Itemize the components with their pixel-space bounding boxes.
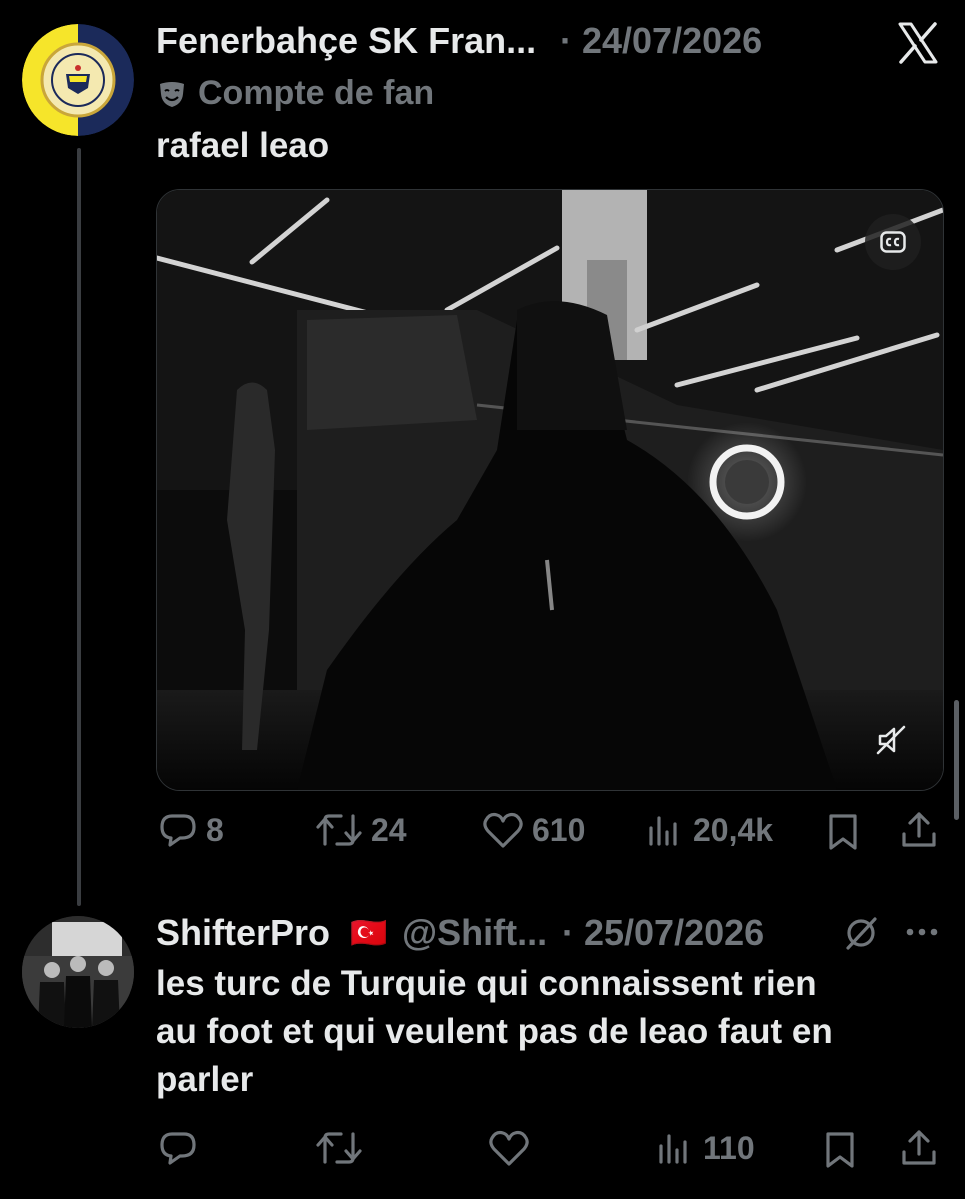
more-horizontal-icon <box>906 928 938 936</box>
theater-mask-icon <box>160 81 184 107</box>
tweet-date[interactable]: · 24/07/2026 <box>560 20 762 62</box>
x-logo-icon <box>898 22 938 64</box>
close-button[interactable] <box>895 20 941 66</box>
bookmark-icon <box>829 814 857 850</box>
views-button[interactable]: 20,4k <box>645 810 773 850</box>
repost-icon <box>316 1132 362 1164</box>
grok-button[interactable] <box>842 914 880 952</box>
tweet-text-line: au foot et qui veulent pas de leao faut … <box>156 1012 833 1051</box>
thread-connector <box>77 148 81 906</box>
views-count: 110 <box>703 1129 755 1166</box>
video-frame <box>157 190 943 790</box>
reply-icon <box>160 814 196 847</box>
like-count: 610 <box>532 811 586 848</box>
tweet-text-line: les turc de Turquie qui connaissent rien <box>156 964 817 1003</box>
repost-button[interactable]: 24 <box>315 810 407 850</box>
repost-button[interactable] <box>315 1128 371 1168</box>
like-button[interactable] <box>488 1128 538 1168</box>
share-button[interactable] <box>900 1128 938 1168</box>
display-name[interactable]: Fenerbahçe SK Fran... <box>156 20 536 62</box>
views-button[interactable]: 110 <box>655 1128 755 1168</box>
reply-button[interactable] <box>158 1128 206 1168</box>
tweet-text: rafael leao <box>156 126 330 165</box>
user-handle[interactable]: @Shift... <box>402 912 547 954</box>
like-button[interactable]: 610 <box>482 810 585 850</box>
muted-speaker-icon <box>876 725 906 755</box>
captions-button[interactable] <box>865 214 921 270</box>
views-count: 20,4k <box>693 811 774 848</box>
share-icon <box>902 1130 936 1165</box>
fenerbahce-logo-icon <box>22 24 134 136</box>
video-player[interactable] <box>156 189 944 791</box>
tweet-date[interactable]: · 25/07/2026 <box>562 912 764 954</box>
mute-button[interactable] <box>875 724 907 756</box>
bookmark-icon <box>826 1132 854 1168</box>
tweet-text-line: parler <box>156 1060 254 1099</box>
reply-icon <box>160 1132 196 1165</box>
heart-icon <box>489 1130 529 1166</box>
scrollbar[interactable] <box>954 700 959 820</box>
share-button[interactable] <box>900 810 938 850</box>
heart-icon <box>483 812 523 848</box>
repost-count: 24 <box>371 811 407 848</box>
bookmark-button[interactable] <box>823 1130 857 1170</box>
repost-icon <box>316 814 362 846</box>
avatar[interactable] <box>22 24 134 136</box>
account-label-text: Compte de fan <box>198 74 435 112</box>
bookmark-button[interactable] <box>826 812 860 852</box>
reply-count: 8 <box>206 811 224 848</box>
display-name[interactable]: ShifterPro <box>156 912 330 954</box>
more-options-button[interactable] <box>902 922 942 942</box>
analytics-icon <box>659 1134 687 1164</box>
reply-button[interactable]: 8 <box>158 810 224 850</box>
avatar-photo <box>22 916 134 1028</box>
closed-captions-icon <box>880 231 906 253</box>
avatar[interactable] <box>22 916 134 1028</box>
share-icon <box>902 812 936 847</box>
account-label: Compte de fan <box>156 74 434 113</box>
grok-icon <box>846 917 877 950</box>
flag-turkey-icon: 🇹🇷 <box>350 917 388 950</box>
analytics-icon <box>649 816 677 846</box>
tweet-text: les turc de Turquie qui connaissent rien… <box>156 960 936 1104</box>
